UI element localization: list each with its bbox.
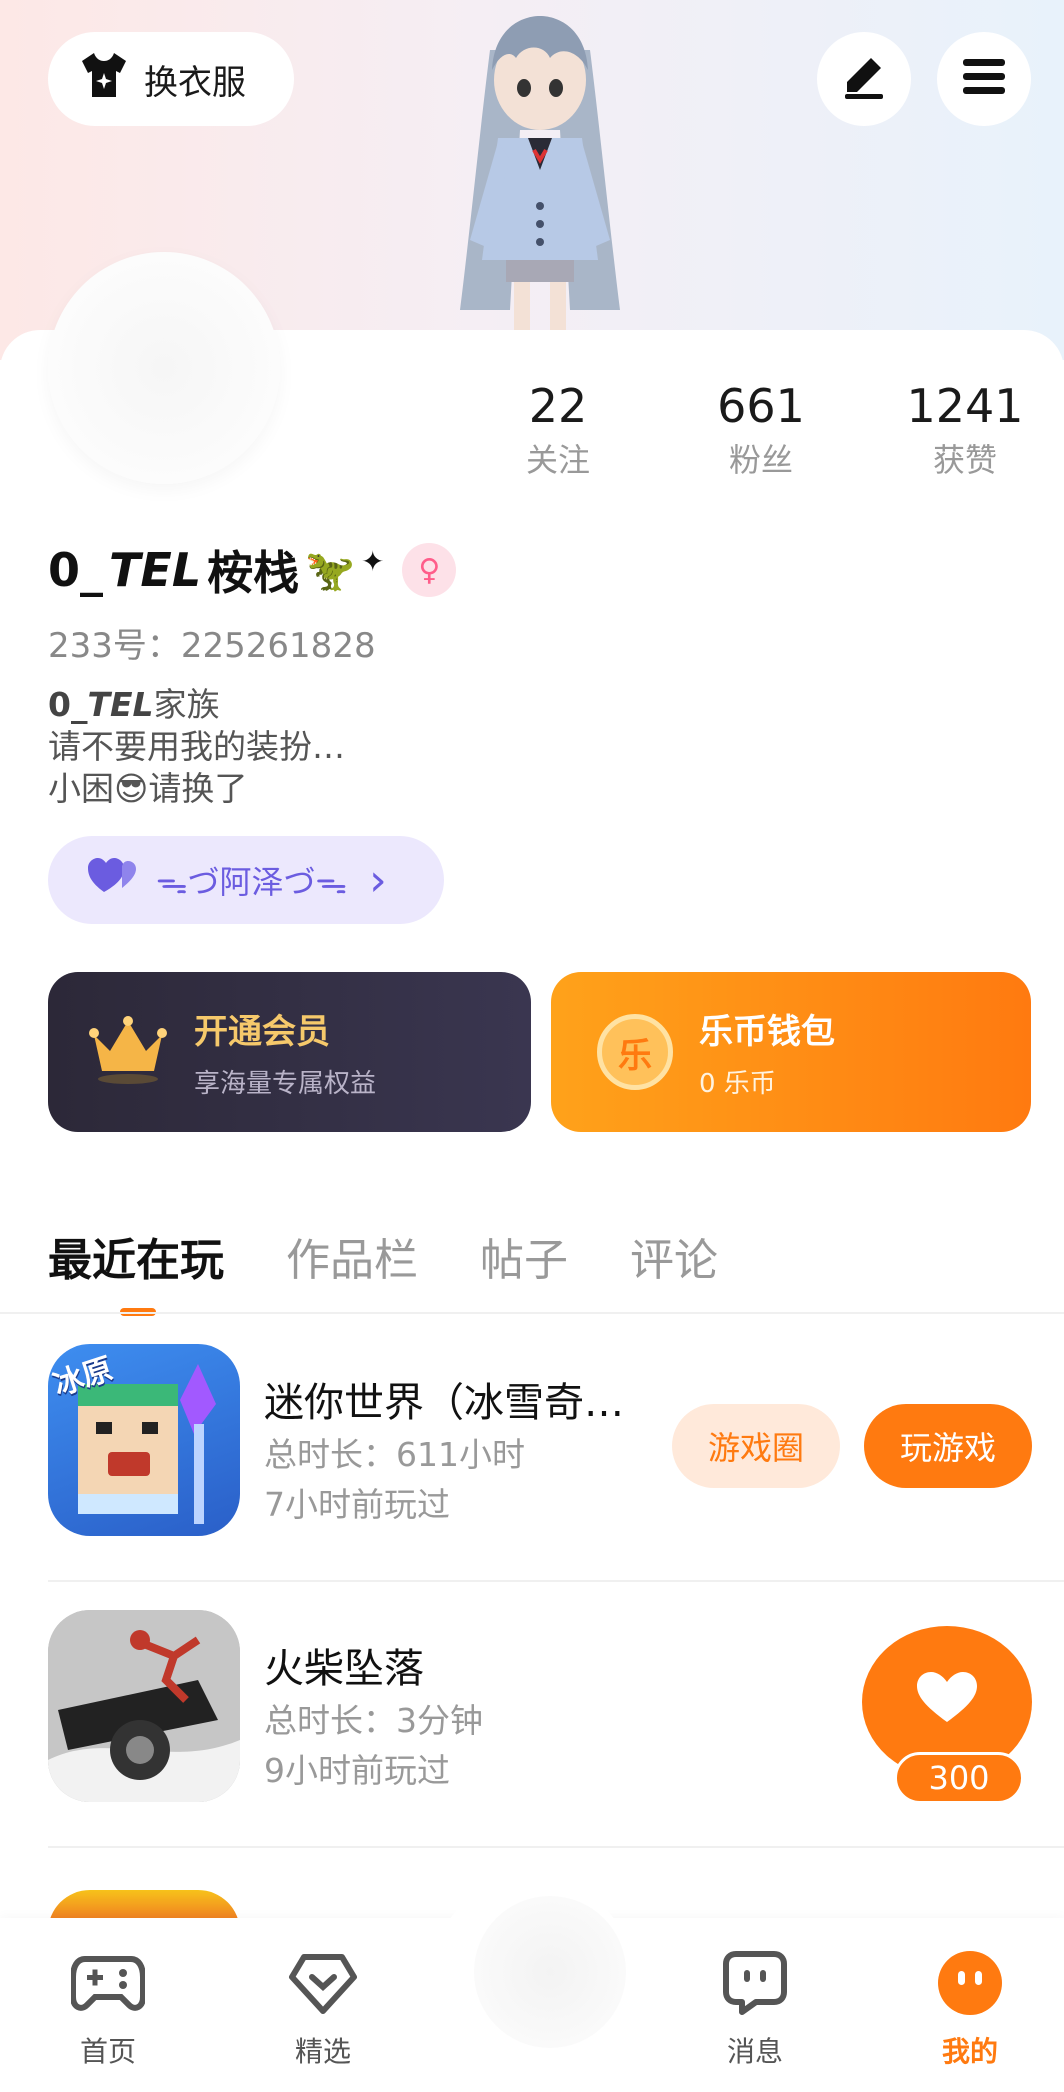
user-id: 233号：225261828 xyxy=(48,626,376,666)
double-heart-icon xyxy=(88,858,138,902)
row-divider xyxy=(48,1846,1064,1848)
vip-membership-card[interactable]: 开通会员 享海量专属权益 xyxy=(48,972,531,1132)
wallet-balance: 0 乐币 xyxy=(699,1069,776,1099)
stat-likes-value: 1241 xyxy=(906,379,1024,433)
floating-like-button[interactable]: 300 xyxy=(862,1626,1032,1806)
stat-following-label: 关注 xyxy=(525,441,590,479)
heart-icon xyxy=(917,1672,977,1728)
avatar-character-illustration[interactable] xyxy=(420,10,660,330)
wallet-title: 乐币钱包 xyxy=(699,1012,835,1052)
vip-title: 开通会员 xyxy=(194,1012,330,1052)
stat-following[interactable]: 22 关注 xyxy=(478,378,638,482)
list-item[interactable]: 冰原 迷你世界（冰雪奇… 总时长：611小时 7小时前玩过 游戏圈 玩游戏 xyxy=(48,1316,1064,1582)
relationship-label: ᯓづ阿泽づᯓ xyxy=(156,863,348,901)
stat-following-value: 22 xyxy=(528,379,588,433)
nav-item-featured[interactable]: 精选 xyxy=(263,1946,383,2070)
chevron-right-icon: › xyxy=(369,854,387,906)
stat-fans-label: 粉丝 xyxy=(728,441,793,479)
nav-label-home: 首页 xyxy=(79,2035,136,2068)
dinosaur-emoji: 🦖 xyxy=(305,547,355,594)
username: 0_ TEL 桉栈 🦖 ✦ ♀ xyxy=(48,540,457,600)
game-duration: 总时长：3分钟 xyxy=(264,1701,483,1740)
stat-fans[interactable]: 661 粉丝 xyxy=(681,378,841,482)
bio-line-3: 小困😎请换了 xyxy=(48,769,248,808)
stat-likes-label: 获赞 xyxy=(932,441,997,479)
gamepad-icon xyxy=(71,1946,145,2020)
tab-works[interactable]: 作品栏 xyxy=(286,1224,418,1288)
nav-center-button[interactable] xyxy=(474,1896,626,2048)
game-duration: 总时长：611小时 xyxy=(264,1435,525,1474)
bio-line-1: 0_TEL家族 xyxy=(48,685,220,724)
like-count: 300 xyxy=(894,1752,1024,1804)
heart-diamond-icon xyxy=(286,1946,360,2020)
game-name: 火柴坠落 xyxy=(264,1646,424,1692)
game-name: 迷你世界（冰雪奇… xyxy=(264,1380,624,1426)
nav-label-me: 我的 xyxy=(941,2035,998,2068)
chat-bubble-icon xyxy=(718,1946,792,2020)
game-last-played: 9小时前玩过 xyxy=(264,1751,450,1790)
nav-label-featured: 精选 xyxy=(294,2035,351,2068)
nav-item-messages[interactable]: 消息 xyxy=(695,1946,815,2070)
stat-fans-value: 661 xyxy=(717,379,805,433)
username-italic: TEL xyxy=(109,543,202,597)
username-suffix: 桉栈 xyxy=(207,546,300,600)
game-last-played: 7小时前玩过 xyxy=(264,1485,450,1524)
wallet-card[interactable]: 乐 乐币钱包 0 乐币 xyxy=(551,972,1031,1132)
crown-icon xyxy=(88,1015,168,1089)
nav-item-home[interactable]: 首页 xyxy=(48,1946,168,2070)
tab-recently-played[interactable]: 最近在玩 xyxy=(48,1224,224,1316)
hamburger-menu-icon xyxy=(961,57,1007,101)
tab-comments[interactable]: 评论 xyxy=(630,1224,718,1288)
play-game-button[interactable]: 玩游戏 xyxy=(864,1404,1032,1488)
bio: 0_TEL家族 请不要用我的装扮… 小困😎请换了 xyxy=(48,684,345,810)
tab-posts[interactable]: 帖子 xyxy=(480,1224,568,1288)
change-outfit-label: 换衣服 xyxy=(144,62,246,103)
stat-likes[interactable]: 1241 获赞 xyxy=(885,378,1045,482)
pen-icon xyxy=(841,54,887,104)
change-outfit-button[interactable]: 换衣服 xyxy=(48,32,294,126)
relationship-pill[interactable]: ᯓづ阿泽づᯓ › xyxy=(48,836,444,924)
game-icon-stickman-fall[interactable] xyxy=(48,1610,240,1802)
profile-face-icon xyxy=(933,1946,1007,2020)
game-icon-mini-world[interactable]: 冰原 xyxy=(48,1344,240,1536)
tshirt-icon xyxy=(78,51,130,108)
menu-button[interactable] xyxy=(937,32,1031,126)
nav-label-messages: 消息 xyxy=(726,2035,783,2068)
vip-subtitle: 享海量专属权益 xyxy=(194,1069,377,1099)
female-gender-icon: ♀ xyxy=(402,543,457,597)
username-prefix: 0_ xyxy=(48,543,104,597)
coin-icon: 乐 xyxy=(597,1014,673,1090)
content-tabs: 最近在玩 作品栏 帖子 评论 xyxy=(48,1216,718,1316)
tabs-divider xyxy=(0,1312,1064,1314)
avatar[interactable] xyxy=(48,252,280,484)
nav-item-me[interactable]: 我的 xyxy=(910,1946,1030,2070)
game-circle-button[interactable]: 游戏圈 xyxy=(672,1404,840,1488)
bio-line-2: 请不要用我的装扮… xyxy=(48,727,345,766)
edit-profile-button[interactable] xyxy=(817,32,911,126)
sparkle-icon: ✦ xyxy=(360,544,385,578)
